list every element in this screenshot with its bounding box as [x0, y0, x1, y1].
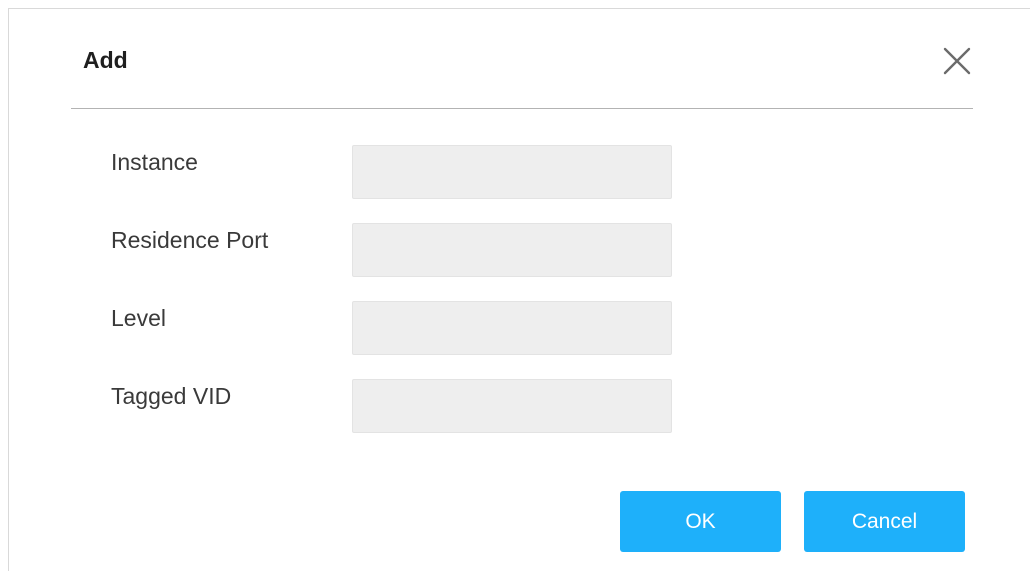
ok-button[interactable]: OK: [620, 491, 781, 552]
header-divider: [71, 108, 973, 109]
dialog-title: Add: [83, 47, 128, 73]
form-row-instance: Instance: [9, 145, 1030, 199]
close-icon: [943, 47, 971, 75]
close-button[interactable]: [939, 43, 975, 79]
add-dialog: Add Instance Residence Port Level Tagged…: [8, 8, 1030, 571]
form-row-residence-port: Residence Port: [9, 223, 1030, 277]
instance-input[interactable]: [352, 145, 672, 199]
cancel-button[interactable]: Cancel: [804, 491, 965, 552]
residence-port-input[interactable]: [352, 223, 672, 277]
instance-label: Instance: [111, 149, 198, 175]
tagged-vid-input[interactable]: [352, 379, 672, 433]
form-row-level: Level: [9, 301, 1030, 355]
tagged-vid-label: Tagged VID: [111, 383, 232, 409]
level-label: Level: [111, 305, 166, 331]
level-input[interactable]: [352, 301, 672, 355]
residence-port-label: Residence Port: [111, 227, 269, 253]
form-row-tagged-vid: Tagged VID: [9, 379, 1030, 433]
